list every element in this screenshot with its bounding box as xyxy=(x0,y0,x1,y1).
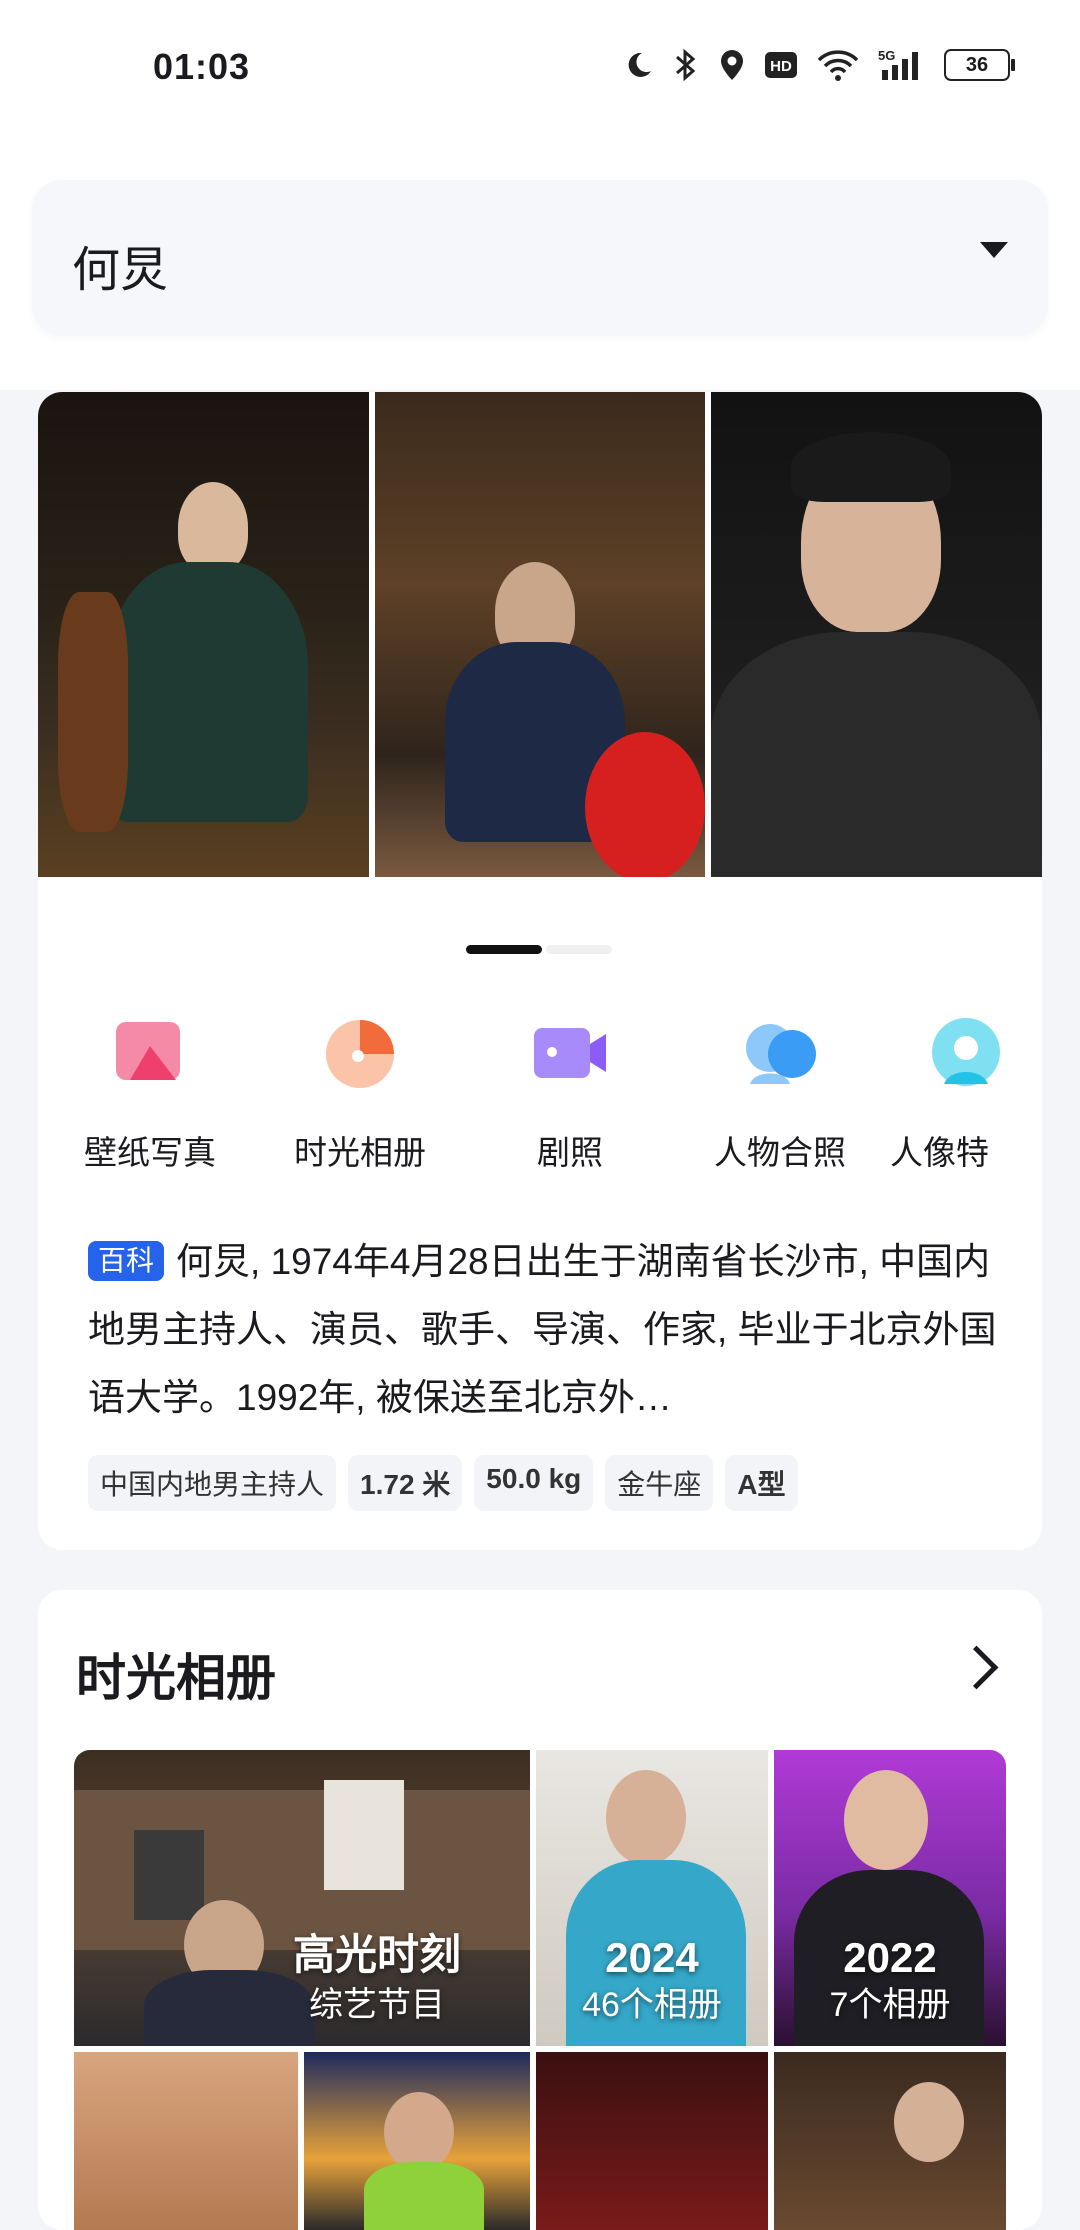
photo-gallery[interactable] xyxy=(38,392,1042,877)
tag-zodiac[interactable]: 金牛座 xyxy=(605,1455,714,1511)
battery-icon: 36 xyxy=(944,49,1015,81)
portrait-icon xyxy=(926,1012,1006,1092)
moon-icon xyxy=(624,48,654,82)
group-photo-icon xyxy=(740,1012,820,1092)
encyclopedia-badge: 百科 xyxy=(88,1241,165,1281)
category-label: 剧照 xyxy=(537,1134,603,1171)
time-album-card: 时光相册 高光时刻 综艺节目 2024 46个相册 2022 7个相册 xyxy=(38,1590,1042,2230)
status-bar: 01:03 HD 5G 36 xyxy=(0,0,1080,135)
gallery-photo[interactable] xyxy=(374,392,706,877)
album-tile-subtitle: 综艺节目 xyxy=(309,1986,445,2024)
album-tile[interactable] xyxy=(774,2052,1006,2230)
album-tile[interactable] xyxy=(304,2052,530,2230)
gallery-photo[interactable] xyxy=(711,392,1042,877)
location-icon xyxy=(718,48,746,82)
video-still-icon xyxy=(530,1012,610,1092)
intro-text[interactable]: 百科 何炅, 1974年4月28日出生于湖南省长沙市, 中国内地男主持人、演员、歌… xyxy=(88,1228,1008,1432)
category-row: 壁纸写真 时光相册 剧照 人物合照 人像特 xyxy=(38,1012,1042,1202)
category-label: 人物合照 xyxy=(714,1134,846,1171)
tag-height[interactable]: 1.72 米 xyxy=(348,1455,463,1511)
bluetooth-icon xyxy=(672,48,700,82)
album-tile-subtitle: 7个相册 xyxy=(829,1986,951,2024)
category-label: 人像特 xyxy=(890,1134,989,1171)
category-label: 壁纸写真 xyxy=(84,1134,216,1171)
section-title: 时光相册 xyxy=(76,1650,276,1706)
category-label: 时光相册 xyxy=(294,1134,426,1171)
category-group-photo[interactable]: 人物合照 xyxy=(680,1012,880,1174)
album-tile[interactable] xyxy=(536,2052,768,2230)
category-time-album[interactable]: 时光相册 xyxy=(260,1012,460,1174)
tag-occupation[interactable]: 中国内地男主持人 xyxy=(88,1455,337,1511)
album-tile-title: 2024 xyxy=(605,1934,699,1981)
status-icons: HD 5G 36 xyxy=(624,48,1015,82)
time-album-icon xyxy=(320,1012,400,1092)
gallery-photo[interactable] xyxy=(38,392,369,877)
svg-text:5G: 5G xyxy=(878,48,895,63)
category-stills[interactable]: 剧照 xyxy=(470,1012,670,1174)
tag-weight[interactable]: 50.0 kg xyxy=(474,1455,594,1511)
dropdown-arrow-icon[interactable] xyxy=(980,242,1008,258)
svg-text:HD: HD xyxy=(770,58,792,75)
carousel-indicator xyxy=(546,945,612,954)
intro-body: 何炅, 1974年4月28日出生于湖南省长沙市, 中国内地男主持人、演员、歌手、… xyxy=(88,1241,997,1418)
wifi-icon xyxy=(816,48,860,82)
category-portrait[interactable]: 人像特 xyxy=(890,1012,1042,1174)
search-query[interactable]: 何炅 xyxy=(72,230,168,300)
album-tile-title: 2022 xyxy=(843,1934,937,1981)
album-tile-highlights[interactable]: 高光时刻 综艺节目 xyxy=(74,1750,530,2046)
wallpaper-icon xyxy=(110,1012,190,1092)
album-tile-subtitle: 46个相册 xyxy=(582,1986,722,2024)
album-tile-2024[interactable]: 2024 46个相册 xyxy=(536,1750,768,2046)
category-wallpaper[interactable]: 壁纸写真 xyxy=(50,1012,250,1174)
carousel-indicator-active xyxy=(466,945,542,954)
album-tile-title: 高光时刻 xyxy=(292,1931,461,1978)
hd-icon: HD xyxy=(764,48,798,82)
status-time: 01:03 xyxy=(153,46,251,87)
profile-tags: 中国内地男主持人 1.72 米 50.0 kg 金牛座 A型 xyxy=(88,1455,798,1511)
album-tile-2022[interactable]: 2022 7个相册 xyxy=(774,1750,1006,2046)
tag-blood-type[interactable]: A型 xyxy=(725,1455,798,1511)
album-tile[interactable] xyxy=(74,2052,298,2230)
chevron-right-icon[interactable] xyxy=(954,1645,999,1690)
5g-signal-icon: 5G xyxy=(878,48,926,82)
search-box[interactable]: 何炅 xyxy=(32,180,1048,336)
profile-card: 壁纸写真 时光相册 剧照 人物合照 人像特 百科 何炅, 1974年4月28日出… xyxy=(38,392,1042,1550)
